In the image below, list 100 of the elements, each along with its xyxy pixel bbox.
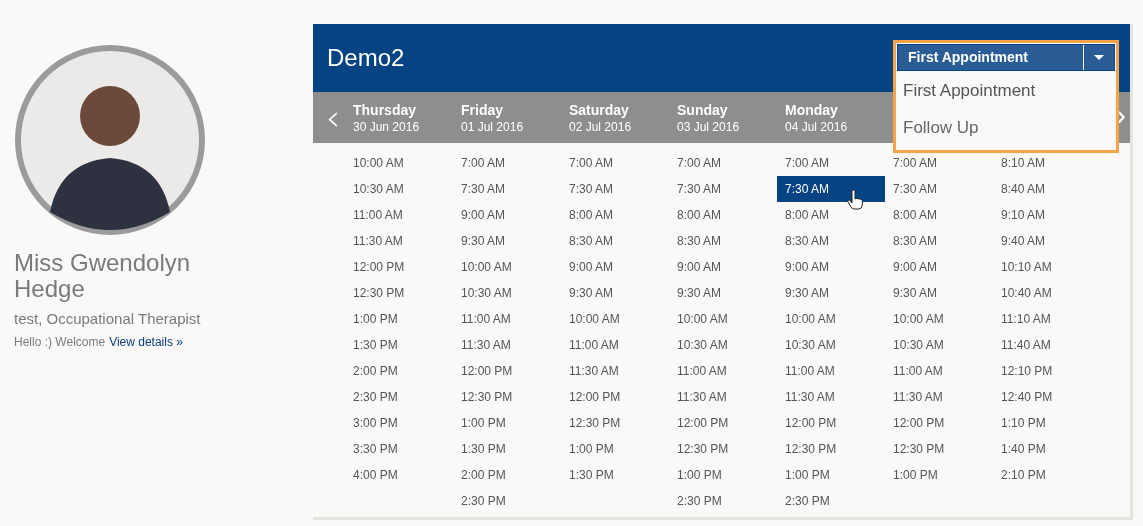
time-slot[interactable]: 9:00 AM [669,254,777,280]
time-slot[interactable]: 9:30 AM [777,280,885,306]
time-slot[interactable]: 11:00 AM [885,358,993,384]
time-slot[interactable]: 8:00 AM [777,202,885,228]
time-slot[interactable]: 9:00 AM [885,254,993,280]
time-slot[interactable]: 10:00 AM [345,150,453,176]
time-slot[interactable]: 1:40 PM [993,436,1101,462]
time-slot[interactable]: 11:30 AM [669,384,777,410]
time-slot[interactable]: 7:00 AM [561,150,669,176]
time-slot[interactable]: 10:00 AM [561,306,669,332]
time-slot[interactable]: 7:30 AM [777,176,885,202]
time-slot[interactable]: 10:00 AM [885,306,993,332]
time-slot[interactable]: 10:00 AM [669,306,777,332]
time-slot[interactable]: 2:30 PM [777,488,885,514]
time-slot[interactable]: 11:40 AM [993,332,1101,358]
time-slot[interactable]: 11:30 AM [561,358,669,384]
time-slot[interactable]: 2:30 PM [669,488,777,514]
time-slot[interactable]: 10:30 AM [777,332,885,358]
time-slot[interactable]: 12:30 PM [345,280,453,306]
time-slot[interactable]: 10:30 AM [453,280,561,306]
time-slot[interactable]: 9:00 AM [777,254,885,280]
time-slot[interactable]: 7:00 AM [885,150,993,176]
time-slot[interactable]: 11:30 AM [453,332,561,358]
time-slot[interactable]: 7:00 AM [777,150,885,176]
time-slot[interactable]: 1:30 PM [561,462,669,488]
time-slot[interactable]: 12:00 PM [777,410,885,436]
time-slot[interactable]: 12:30 PM [561,410,669,436]
time-slot[interactable]: 2:30 PM [453,488,561,514]
time-slot[interactable]: 3:00 PM [345,410,453,436]
time-slot[interactable]: 10:10 AM [993,254,1101,280]
time-slot[interactable]: 12:00 PM [561,384,669,410]
time-slot[interactable]: 9:00 AM [561,254,669,280]
time-slot[interactable]: 1:00 PM [561,436,669,462]
time-slot[interactable]: 9:30 AM [561,280,669,306]
dropdown-option[interactable]: Follow Up [896,109,1116,146]
time-slot[interactable]: 9:40 AM [993,228,1101,254]
time-slot[interactable]: 2:30 PM [345,384,453,410]
time-slot[interactable]: 7:00 AM [669,150,777,176]
time-slot[interactable]: 8:00 AM [561,202,669,228]
time-slot[interactable]: 10:00 AM [777,306,885,332]
time-slot[interactable]: 9:30 AM [669,280,777,306]
time-slot[interactable]: 1:00 PM [669,462,777,488]
dropdown-option[interactable]: First Appointment [896,72,1116,109]
time-slot[interactable]: 12:40 PM [993,384,1101,410]
time-slot[interactable]: 10:40 AM [993,280,1101,306]
time-slot[interactable]: 7:00 AM [453,150,561,176]
time-slot[interactable]: 10:30 AM [345,176,453,202]
time-slot[interactable]: 8:30 AM [777,228,885,254]
time-slot[interactable]: 12:30 PM [777,436,885,462]
time-slot[interactable]: 2:10 PM [993,462,1101,488]
day-date: 03 Jul 2016 [677,118,741,135]
time-slot[interactable]: 11:00 AM [777,358,885,384]
time-slot[interactable]: 10:00 AM [453,254,561,280]
time-slot[interactable]: 12:00 PM [453,358,561,384]
time-slot[interactable]: 12:30 PM [453,384,561,410]
time-slot[interactable]: 3:30 PM [345,436,453,462]
time-slot[interactable]: 11:00 AM [561,332,669,358]
time-slot[interactable]: 12:00 PM [885,410,993,436]
time-slot[interactable]: 11:00 AM [669,358,777,384]
person-role: test, Occupational Therapist [14,309,202,329]
time-slot[interactable]: 7:30 AM [561,176,669,202]
time-slot[interactable]: 11:00 AM [345,202,453,228]
time-slot[interactable]: 1:30 PM [345,332,453,358]
time-slot[interactable]: 11:00 AM [453,306,561,332]
time-slot[interactable]: 8:30 AM [669,228,777,254]
time-slot[interactable]: 12:30 PM [669,436,777,462]
calendar-title: Demo2 [327,43,405,73]
time-slot[interactable]: 7:30 AM [669,176,777,202]
time-slot[interactable]: 1:00 PM [777,462,885,488]
time-slot[interactable]: 11:30 AM [345,228,453,254]
time-slot[interactable]: 7:30 AM [453,176,561,202]
time-slot[interactable]: 8:40 AM [993,176,1101,202]
time-slot[interactable]: 2:00 PM [345,358,453,384]
time-slot[interactable]: 1:10 PM [993,410,1101,436]
time-slot[interactable]: 11:10 AM [993,306,1101,332]
time-slot[interactable]: 9:30 AM [453,228,561,254]
time-slot[interactable]: 10:30 AM [885,332,993,358]
time-slot[interactable]: 2:00 PM [453,462,561,488]
time-slot[interactable]: 1:00 PM [345,306,453,332]
time-slot[interactable]: 9:00 AM [453,202,561,228]
time-slot[interactable]: 8:30 AM [561,228,669,254]
time-slot[interactable]: 9:30 AM [885,280,993,306]
time-slot[interactable]: 9:10 AM [993,202,1101,228]
time-slot[interactable]: 1:00 PM [885,462,993,488]
view-details-link[interactable]: View details » [109,332,183,351]
time-slot[interactable]: 8:00 AM [669,202,777,228]
time-slot[interactable]: 12:10 PM [993,358,1101,384]
time-slot[interactable]: 4:00 PM [345,462,453,488]
time-slot[interactable]: 11:30 AM [777,384,885,410]
time-slot[interactable]: 1:30 PM [453,436,561,462]
time-slot[interactable]: 8:30 AM [885,228,993,254]
time-slot[interactable]: 10:30 AM [669,332,777,358]
time-slot[interactable]: 11:30 AM [885,384,993,410]
time-slot[interactable]: 12:30 PM [885,436,993,462]
time-slot[interactable]: 12:00 PM [669,410,777,436]
time-slot[interactable]: 12:00 PM [345,254,453,280]
time-slot[interactable]: 8:00 AM [885,202,993,228]
time-slot[interactable]: 1:00 PM [453,410,561,436]
time-slot[interactable]: 8:10 AM [993,150,1101,176]
time-slot[interactable]: 7:30 AM [885,176,993,202]
